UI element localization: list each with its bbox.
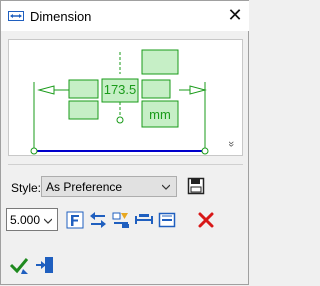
dimension-value-text: 173.5 bbox=[103, 82, 137, 97]
title-bar: Dimension ✕ bbox=[1, 1, 249, 31]
close-button[interactable]: ✕ bbox=[225, 5, 245, 25]
save-floppy-icon[interactable] bbox=[187, 177, 205, 195]
right-arrowhead bbox=[189, 85, 207, 95]
dimension-preview: 173.5 mm bbox=[8, 39, 243, 156]
divider bbox=[8, 164, 243, 165]
style-dropdown[interactable]: As Preference bbox=[41, 176, 177, 197]
ok-check-icon[interactable] bbox=[9, 255, 29, 275]
units-text: mm bbox=[149, 107, 171, 122]
dimension-icon bbox=[8, 11, 24, 21]
symbol-insert-icon[interactable] bbox=[112, 211, 130, 229]
center-point bbox=[116, 116, 124, 124]
upper-text-box[interactable] bbox=[141, 49, 179, 75]
precision-dropdown[interactable]: 5.000 bbox=[6, 208, 58, 231]
style-dropdown-value: As Preference bbox=[46, 180, 123, 194]
dimension-line-icon[interactable] bbox=[135, 211, 153, 229]
exit-icon[interactable] bbox=[35, 255, 55, 275]
prefix-box-bottom[interactable] bbox=[68, 100, 99, 120]
style-label: Style: bbox=[11, 181, 42, 195]
preview-graphic bbox=[30, 49, 209, 155]
left-arrowhead bbox=[37, 85, 55, 95]
extension-line-icon[interactable] bbox=[158, 211, 176, 229]
font-icon[interactable] bbox=[66, 211, 84, 229]
chevron-down-icon bbox=[44, 218, 52, 224]
right-endpoint bbox=[201, 147, 209, 155]
chevron-down-icon bbox=[162, 184, 170, 190]
window-title: Dimension bbox=[30, 9, 92, 24]
expand-chevron-icon[interactable]: » bbox=[225, 138, 237, 150]
prefix-box-top[interactable] bbox=[68, 79, 99, 99]
precision-value: 5.000 bbox=[10, 213, 41, 227]
delete-icon[interactable] bbox=[197, 211, 215, 229]
dimension-dialog: Dimension ✕ 173.5 mm » Style: As Prefere… bbox=[0, 0, 249, 285]
arrow-direction-icon[interactable] bbox=[89, 211, 107, 229]
left-endpoint bbox=[30, 147, 38, 155]
suffix-box-top[interactable] bbox=[141, 79, 171, 99]
